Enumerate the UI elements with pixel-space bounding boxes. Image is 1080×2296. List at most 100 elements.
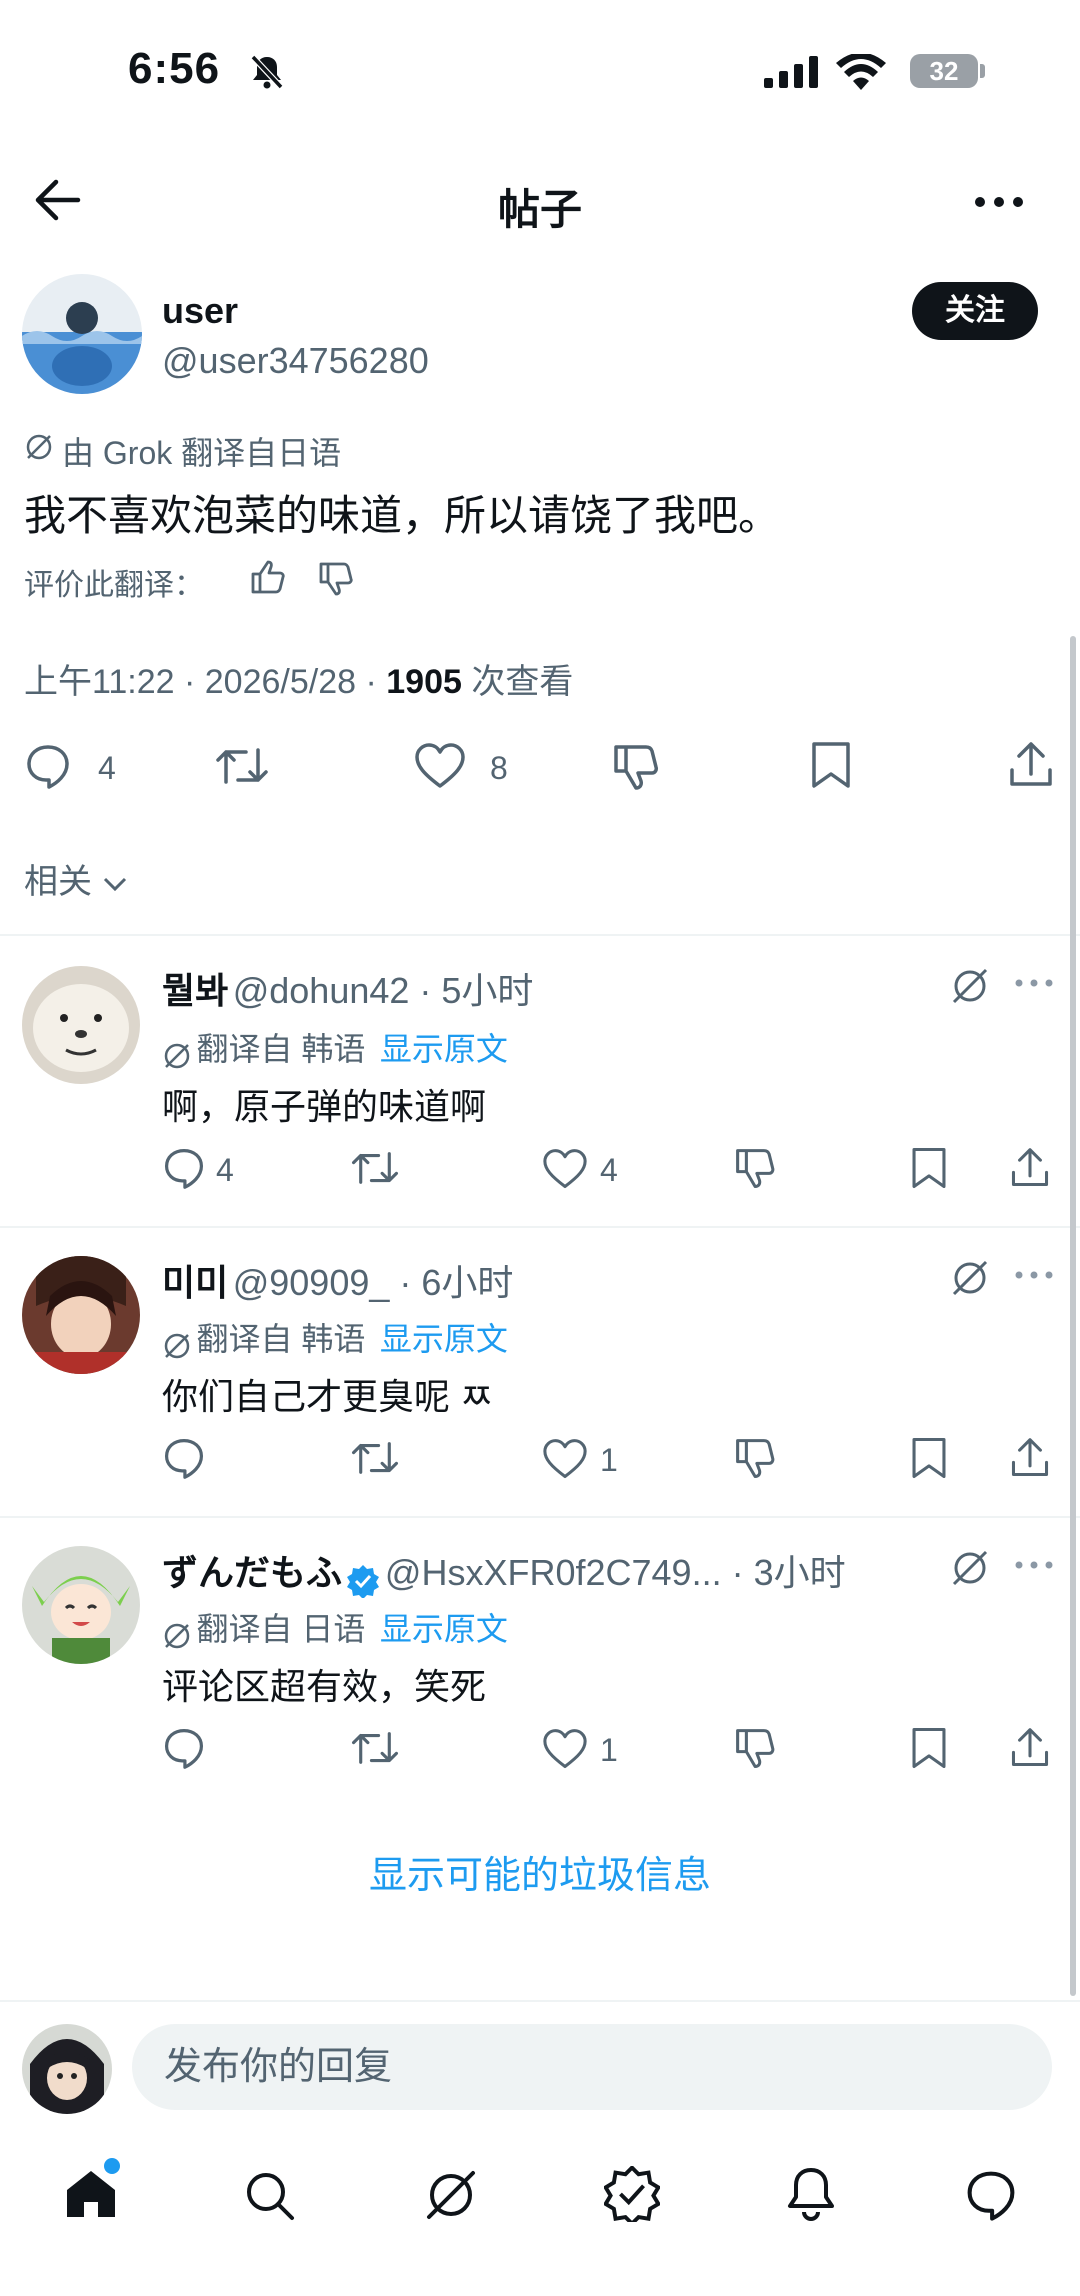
post-time: 上午11:22 · 2026/5/28 · [24, 663, 387, 701]
grok-icon[interactable] [950, 966, 990, 1006]
messages-icon[interactable] [964, 2168, 1018, 2222]
view-count: 1905 [386, 663, 462, 701]
divider [0, 1516, 1080, 1518]
reply-handle[interactable]: @90909_ · 6小时 [233, 1262, 514, 1303]
reply-icon[interactable] [162, 1436, 206, 1480]
like-icon[interactable] [542, 1438, 588, 1480]
repost-icon[interactable] [350, 1146, 400, 1190]
like-count: 4 [600, 1152, 618, 1188]
share-icon[interactable] [1010, 1146, 1050, 1190]
share-icon[interactable] [1010, 1436, 1050, 1480]
translation-row: 翻译自 日语 显示原文 [162, 1604, 508, 1651]
related-sort[interactable]: 相关 [24, 854, 129, 903]
like-count: 1 [600, 1732, 618, 1768]
translation-note: 翻译自 韩语 [196, 1031, 366, 1067]
chevron-down-icon [101, 874, 129, 894]
reply-avatar[interactable] [22, 1546, 140, 1664]
wifi-icon [836, 54, 886, 90]
reply-name[interactable]: ずんだもふ [162, 1552, 342, 1593]
status-time: 6:56 [128, 44, 221, 93]
show-original-link[interactable]: 显示原文 [380, 1611, 508, 1647]
reply-header: 뭘봐 @dohun42 · 5小时 [162, 962, 533, 1014]
dislike-icon[interactable] [734, 1148, 778, 1190]
like-count: 8 [490, 750, 508, 786]
bookmark-icon[interactable] [910, 1726, 948, 1770]
reply-count: 4 [216, 1152, 234, 1188]
share-icon[interactable] [1010, 1726, 1050, 1770]
signal-icon [764, 56, 820, 88]
grok-nav-icon[interactable] [424, 2168, 478, 2222]
divider [0, 1226, 1080, 1228]
grok-icon [24, 432, 54, 462]
reply-more-icon[interactable] [1014, 978, 1054, 988]
grok-icon[interactable] [950, 1258, 990, 1298]
verified-nav-icon[interactable] [604, 2166, 660, 2222]
scrollbar[interactable] [1070, 636, 1076, 1996]
reply-avatar[interactable] [22, 1256, 140, 1374]
show-original-link[interactable]: 显示原文 [380, 1031, 508, 1067]
notification-dot [104, 2158, 120, 2174]
dislike-icon[interactable] [734, 1438, 778, 1480]
bookmark-icon[interactable] [810, 740, 852, 790]
reply-text: 评论区超有效，笑死 [162, 1666, 487, 1707]
show-spam-link[interactable]: 显示可能的垃圾信息 [0, 1844, 1080, 1899]
like-count: 1 [600, 1442, 618, 1478]
post-text: 我不喜欢泡菜的味道，所以请饶了我吧。 [24, 492, 781, 539]
notifications-bell-icon[interactable] [786, 2166, 836, 2222]
translation-row: 翻译自 韩语 显示原文 [162, 1024, 508, 1071]
home-icon[interactable] [64, 2168, 118, 2220]
follow-button[interactable]: 关注 [912, 282, 1038, 340]
reply-input[interactable]: 发布你的回复 [132, 2024, 1052, 2110]
reply-handle[interactable]: @dohun42 · 5小时 [233, 970, 534, 1011]
bookmark-icon[interactable] [910, 1146, 948, 1190]
reply-handle[interactable]: @HsxXFR0f2C749... · 3小时 [385, 1552, 846, 1593]
dislike-icon[interactable] [612, 744, 662, 792]
author-name[interactable]: user [162, 290, 238, 332]
repost-icon[interactable] [350, 1726, 400, 1770]
like-icon[interactable] [414, 742, 466, 790]
reply-icon[interactable] [24, 742, 72, 790]
verified-badge-icon [346, 1564, 380, 1598]
dislike-icon[interactable] [734, 1728, 778, 1770]
translation-note: 翻译自 日语 [196, 1611, 366, 1647]
reply-text: 啊，原子弹的味道啊 [162, 1086, 487, 1127]
reply-header: ずんだもふ @HsxXFR0f2C749... · 3小时 [162, 1544, 846, 1598]
bookmark-icon[interactable] [910, 1436, 948, 1480]
repost-icon[interactable] [214, 742, 270, 790]
thumbs-up-icon[interactable] [250, 560, 286, 594]
view-label: 次查看 [461, 663, 574, 701]
reply-more-icon[interactable] [1014, 1270, 1054, 1280]
translation-row: 翻译自 韩语 显示原文 [162, 1314, 508, 1361]
reply-name[interactable]: 뭘봐 [162, 970, 228, 1011]
grok-icon[interactable] [950, 1548, 990, 1588]
my-avatar[interactable] [22, 2024, 112, 2114]
post-meta: 上午11:22 · 2026/5/28 · 1905 次查看 [24, 654, 573, 703]
like-icon[interactable] [542, 1148, 588, 1190]
author-handle[interactable]: @user34756280 [162, 340, 429, 382]
like-icon[interactable] [542, 1728, 588, 1770]
reply-icon[interactable] [162, 1146, 206, 1190]
battery-indicator: 32 [910, 54, 978, 88]
reply-avatar[interactable] [22, 966, 140, 1084]
translation-note: 翻译自 韩语 [196, 1321, 366, 1357]
divider [0, 2000, 1080, 2002]
repost-icon[interactable] [350, 1436, 400, 1480]
show-original-link[interactable]: 显示原文 [380, 1321, 508, 1357]
page-title: 帖子 [497, 186, 582, 233]
reply-more-icon[interactable] [1014, 1560, 1054, 1570]
more-options-icon[interactable] [974, 196, 1024, 208]
reply-icon[interactable] [162, 1726, 206, 1770]
related-label: 相关 [24, 863, 92, 901]
share-icon[interactable] [1008, 740, 1054, 790]
divider [0, 934, 1080, 936]
author-avatar[interactable] [22, 274, 142, 394]
translation-note: 由 Grok 翻译自日语 [62, 435, 342, 471]
reply-name[interactable]: 미미 [162, 1262, 228, 1303]
reply-count: 4 [98, 750, 116, 786]
battery-nub [980, 64, 985, 78]
rate-translation-label: 评价此翻译： [24, 569, 204, 602]
search-icon[interactable] [244, 2170, 296, 2222]
grok-icon [162, 1621, 192, 1651]
grok-icon [162, 1331, 192, 1361]
thumbs-down-icon[interactable] [318, 562, 354, 596]
